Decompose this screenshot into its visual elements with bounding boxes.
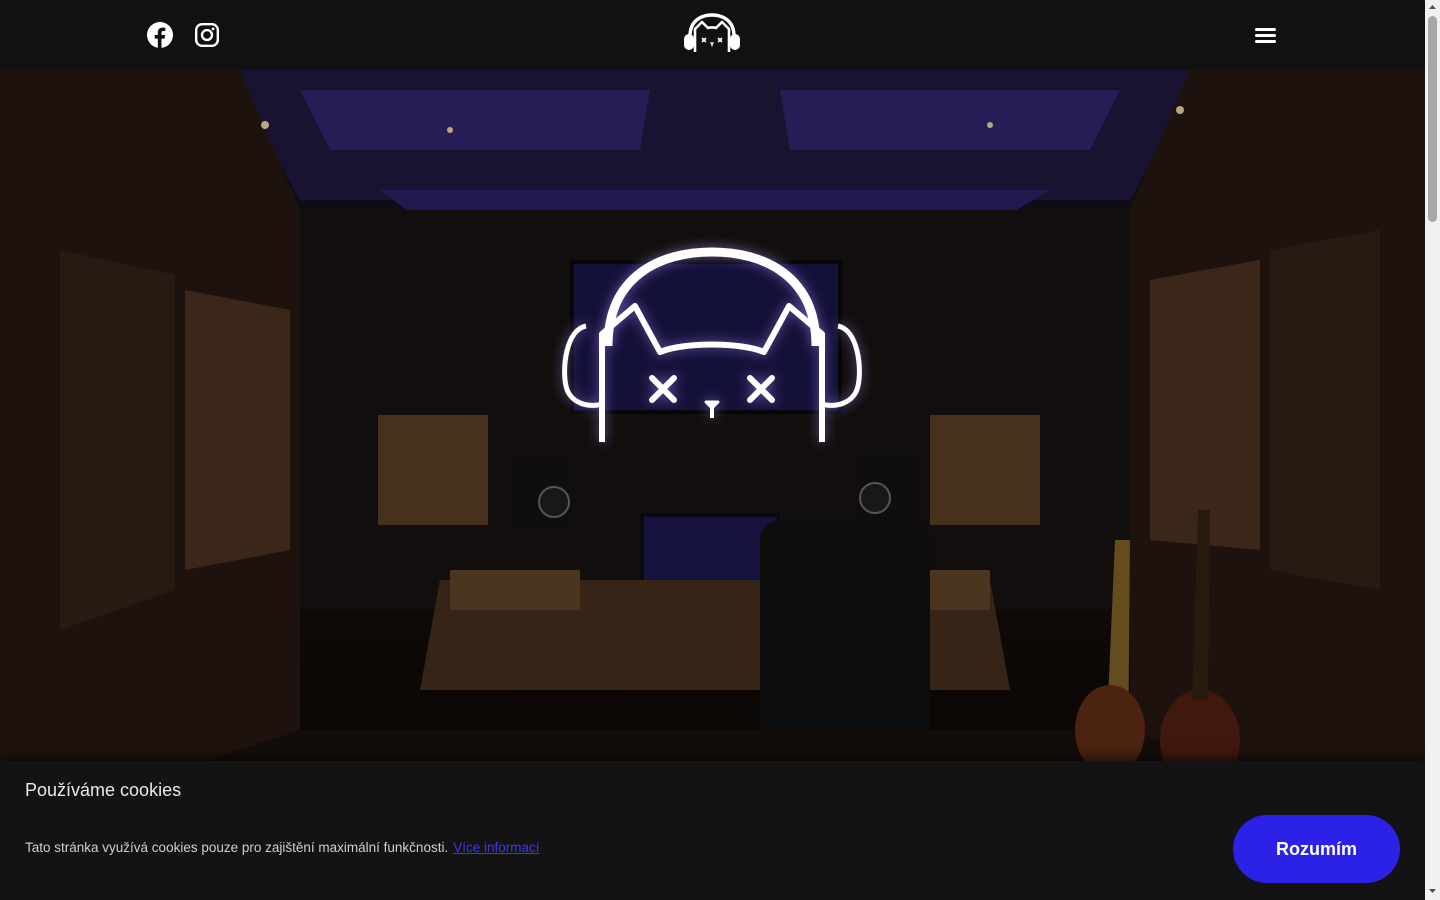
cookie-description: Tato stránka využívá cookies pouze pro z…: [25, 840, 449, 855]
brand-logo[interactable]: [680, 12, 744, 58]
page: Používáme cookies Tato stránka využívá c…: [0, 0, 1425, 900]
cookie-more-info-link[interactable]: Více informací: [453, 840, 539, 855]
accept-cookies-button[interactable]: Rozumím: [1233, 815, 1400, 883]
scroll-down-arrow-icon[interactable]: [1425, 884, 1440, 898]
menu-button[interactable]: [1254, 25, 1278, 45]
cat-headphones-logo-large-icon: [562, 247, 862, 442]
facebook-link[interactable]: [147, 22, 173, 48]
instagram-link[interactable]: [194, 22, 220, 48]
instagram-icon: [194, 22, 220, 48]
facebook-icon: [147, 22, 173, 48]
hamburger-line: [1255, 34, 1276, 37]
hero-logo: [560, 246, 864, 446]
cookie-title: Používáme cookies: [25, 780, 182, 800]
hamburger-line: [1255, 28, 1276, 31]
scrollbar[interactable]: [1425, 0, 1440, 900]
hamburger-line: [1255, 40, 1276, 43]
cookie-banner: Používáme cookies Tato stránka využívá c…: [0, 761, 1425, 900]
cookie-text: Tato stránka využívá cookies pouze pro z…: [25, 840, 539, 855]
scroll-up-arrow-icon[interactable]: [1425, 0, 1440, 14]
cat-headphones-logo-icon: [684, 13, 740, 52]
scroll-thumb[interactable]: [1428, 16, 1437, 222]
site-header: [0, 0, 1425, 70]
